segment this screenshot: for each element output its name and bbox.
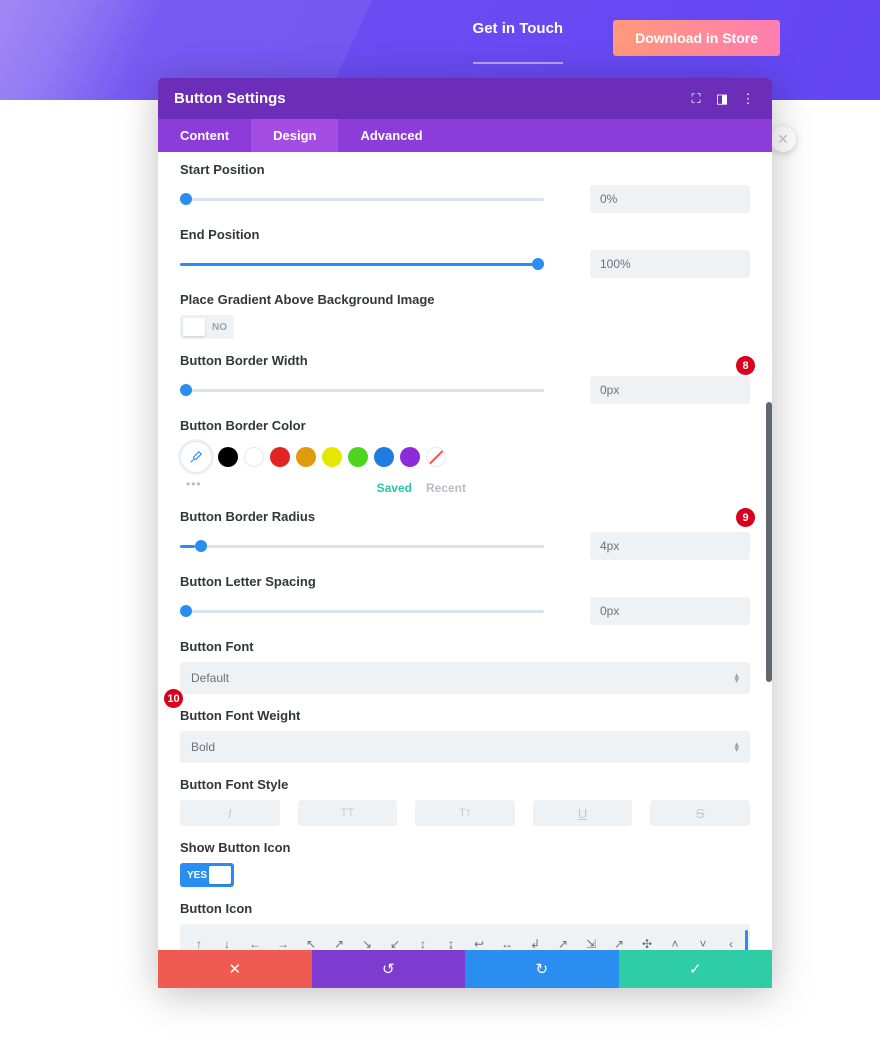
- border-width-label: Button Border Width: [180, 353, 750, 368]
- annotation-9: 9: [736, 508, 755, 527]
- get-in-touch-link[interactable]: Get in Touch: [473, 20, 564, 64]
- button-settings-modal: Button Settings ⛶ ◨ ⋮ Content Design Adv…: [158, 78, 772, 988]
- swatch-none[interactable]: [426, 447, 446, 467]
- redo-button[interactable]: ↻: [465, 950, 619, 988]
- icon-option[interactable]: ˅: [690, 932, 716, 950]
- expand-icon[interactable]: ⛶: [688, 91, 704, 107]
- swatch-black[interactable]: [218, 447, 238, 467]
- swatch-blue[interactable]: [374, 447, 394, 467]
- border-color-label: Button Border Color: [180, 418, 750, 433]
- swatch-red[interactable]: [270, 447, 290, 467]
- columns-icon[interactable]: ◨: [714, 91, 730, 107]
- icon-option[interactable]: ‹: [718, 932, 744, 950]
- show-icon-toggle[interactable]: YES: [180, 863, 234, 887]
- start-position-input[interactable]: [590, 185, 750, 213]
- gradient-above-label: Place Gradient Above Background Image: [180, 292, 750, 307]
- tab-design[interactable]: Design: [251, 119, 338, 152]
- icon-option[interactable]: ↩: [466, 932, 492, 950]
- modal-title: Button Settings: [174, 90, 678, 107]
- close-icon[interactable]: ✕: [770, 126, 796, 152]
- more-icon[interactable]: ⋮: [740, 91, 756, 107]
- icon-option[interactable]: ↔: [494, 932, 520, 950]
- annotation-10: 10: [164, 689, 183, 708]
- icon-option[interactable]: ←: [242, 932, 268, 950]
- icon-option[interactable]: ↗: [326, 932, 352, 950]
- border-radius-input[interactable]: [590, 532, 750, 560]
- chevron-updown-icon: ▴▾: [734, 673, 739, 683]
- scrollbar[interactable]: [766, 402, 772, 682]
- end-position-input[interactable]: [590, 250, 750, 278]
- tab-content[interactable]: Content: [158, 119, 251, 152]
- border-radius-label: Button Border Radius: [180, 509, 750, 524]
- icon-option[interactable]: ↗: [606, 932, 632, 950]
- icon-option[interactable]: ↘: [354, 932, 380, 950]
- font-weight-label: Button Font Weight: [180, 708, 750, 723]
- strikethrough-button[interactable]: S: [650, 800, 750, 826]
- icon-option[interactable]: ↖: [298, 932, 324, 950]
- letter-spacing-slider[interactable]: [180, 604, 544, 618]
- italic-button[interactable]: I: [180, 800, 280, 826]
- swatch-white[interactable]: [244, 447, 264, 467]
- cancel-button[interactable]: ✕: [158, 950, 312, 988]
- icon-option[interactable]: ↲: [522, 932, 548, 950]
- icon-option[interactable]: ↕: [410, 932, 436, 950]
- end-position-label: End Position: [180, 227, 750, 242]
- swatch-purple[interactable]: [400, 447, 420, 467]
- undo-button[interactable]: ↺: [312, 950, 466, 988]
- start-position-slider[interactable]: [180, 192, 544, 206]
- letter-spacing-input[interactable]: [590, 597, 750, 625]
- icon-option[interactable]: ↗: [550, 932, 576, 950]
- download-button[interactable]: Download in Store: [613, 20, 780, 56]
- button-icon-label: Button Icon: [180, 901, 750, 916]
- swatch-green[interactable]: [348, 447, 368, 467]
- icon-option[interactable]: ✣: [634, 932, 660, 950]
- smallcaps-button[interactable]: TT: [415, 800, 515, 826]
- border-radius-slider[interactable]: [180, 539, 544, 553]
- font-label: Button Font: [180, 639, 750, 654]
- palette-saved-tab[interactable]: Saved: [377, 481, 412, 495]
- gradient-above-toggle[interactable]: NO: [180, 315, 234, 339]
- uppercase-button[interactable]: TT: [298, 800, 398, 826]
- chevron-updown-icon: ▴▾: [734, 742, 739, 752]
- annotation-8: 8: [736, 356, 755, 375]
- icon-option[interactable]: ˄: [662, 932, 688, 950]
- swatch-yellow[interactable]: [322, 447, 342, 467]
- icon-option[interactable]: ↨: [438, 932, 464, 950]
- end-position-slider[interactable]: [180, 257, 544, 271]
- border-width-input[interactable]: [590, 376, 750, 404]
- font-style-label: Button Font Style: [180, 777, 750, 792]
- swatch-orange[interactable]: [296, 447, 316, 467]
- icon-option[interactable]: ↙: [382, 932, 408, 950]
- icon-option[interactable]: ↑: [186, 932, 212, 950]
- palette-recent-tab[interactable]: Recent: [426, 481, 466, 495]
- tab-advanced[interactable]: Advanced: [338, 119, 444, 152]
- font-select[interactable]: Default ▴▾: [180, 662, 750, 694]
- icon-picker[interactable]: ↑↓←→↖↗↘↙↕↨↩↔↲↗⇲↗✣˄˅‹ ›ˆˇ«»⊝⊘⊙⊛⊜⊚⊗▴▾◂▸⊕⊖⊙…: [180, 924, 750, 950]
- icon-option[interactable]: ↓: [214, 932, 240, 950]
- letter-spacing-label: Button Letter Spacing: [180, 574, 750, 589]
- icon-option[interactable]: ⇲: [578, 932, 604, 950]
- save-button[interactable]: ✓: [619, 950, 773, 988]
- color-more-icon[interactable]: •••: [186, 477, 202, 495]
- icon-option[interactable]: →: [270, 932, 296, 950]
- border-width-slider[interactable]: [180, 383, 544, 397]
- underline-button[interactable]: U: [533, 800, 633, 826]
- eyedropper-icon[interactable]: [180, 441, 212, 473]
- start-position-label: Start Position: [180, 162, 750, 177]
- font-weight-select[interactable]: Bold ▴▾: [180, 731, 750, 763]
- show-icon-label: Show Button Icon: [180, 840, 750, 855]
